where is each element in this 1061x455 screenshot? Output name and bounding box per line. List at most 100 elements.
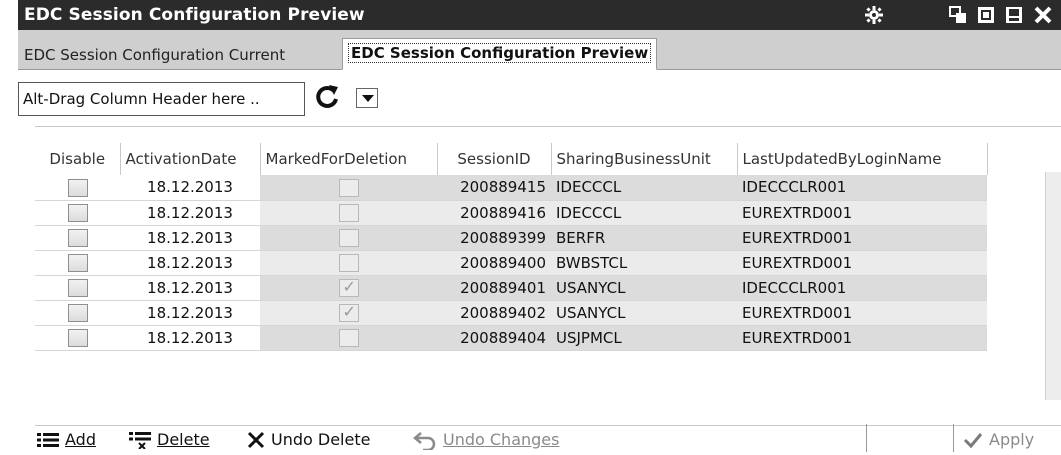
cell-disable[interactable] xyxy=(35,325,120,351)
disable-checkbox[interactable] xyxy=(67,178,88,197)
marked-for-deletion-checkbox xyxy=(338,302,359,322)
cell-marked-for-deletion xyxy=(260,225,437,251)
cell-last-updated-by: EUREXTRD001 xyxy=(737,300,987,326)
cell-last-updated-by: EUREXTRD001 xyxy=(737,250,987,276)
cell-activation-date[interactable]: 18.12.2013 xyxy=(120,175,260,201)
cell-session-id: 200889415 xyxy=(437,175,551,201)
disable-checkbox[interactable] xyxy=(67,228,88,247)
disable-checkbox[interactable] xyxy=(67,253,88,272)
restore-icon[interactable] xyxy=(949,6,967,24)
marked-for-deletion-checkbox xyxy=(338,253,359,272)
cell-last-updated-by: IDECCCLR001 xyxy=(737,175,987,201)
add-label: Add xyxy=(65,430,96,449)
cell-sharing-business-unit: IDECCCL xyxy=(551,175,737,201)
tab-config-preview[interactable]: EDC Session Configuration Preview xyxy=(342,38,658,70)
group-by-drop-area[interactable]: Alt-Drag Column Header here .. xyxy=(18,82,305,116)
vertical-scrollbar[interactable] xyxy=(1045,172,1061,400)
session-config-grid: Disable ActivationDate MarkedForDeletion… xyxy=(35,126,1061,426)
table-row[interactable]: 18.12.2013 200889401 USANYCL IDECCCLR001 xyxy=(35,275,987,301)
cell-session-id: 200889399 xyxy=(437,225,551,251)
window-title: EDC Session Configuration Preview xyxy=(24,5,365,25)
delete-button[interactable]: Delete xyxy=(129,424,210,455)
marked-for-deletion-checkbox xyxy=(338,228,359,247)
cell-session-id: 200889401 xyxy=(437,275,551,301)
cell-disable[interactable] xyxy=(35,200,120,226)
cell-marked-for-deletion xyxy=(260,275,437,301)
window-titlebar[interactable]: EDC Session Configuration Preview xyxy=(18,0,1061,30)
cell-disable[interactable] xyxy=(35,250,120,276)
add-button[interactable]: Add xyxy=(37,424,96,455)
cell-marked-for-deletion xyxy=(260,175,437,201)
marked-for-deletion-checkbox xyxy=(338,328,359,347)
bottom-toolbar: Add Delete Undo Delete Undo Changes Appl… xyxy=(35,424,1061,455)
cell-last-updated-by: EUREXTRD001 xyxy=(737,225,987,251)
column-header-disable[interactable]: Disable xyxy=(35,143,121,175)
refresh-icon[interactable] xyxy=(312,82,342,112)
minimize-icon[interactable] xyxy=(1005,6,1023,24)
cell-disable[interactable] xyxy=(35,175,120,201)
cell-activation-date[interactable]: 18.12.2013 xyxy=(120,250,260,276)
table-header-row: Disable ActivationDate MarkedForDeletion… xyxy=(35,143,988,175)
column-header-session-id[interactable]: SessionID xyxy=(437,143,552,175)
cell-marked-for-deletion xyxy=(260,325,437,351)
table-row[interactable]: 18.12.2013 200889415 IDECCCL IDECCCLR001 xyxy=(35,175,987,201)
tab-label: EDC Session Configuration Preview xyxy=(347,43,652,63)
disable-checkbox[interactable] xyxy=(67,303,88,322)
marked-for-deletion-checkbox xyxy=(338,277,359,297)
column-header-last-updated-by[interactable]: LastUpdatedByLoginName xyxy=(737,143,988,175)
table-row[interactable]: 18.12.2013 200889404 USJPMCL EUREXTRD001 xyxy=(35,325,987,351)
cell-sharing-business-unit: USJPMCL xyxy=(551,325,737,351)
marked-for-deletion-checkbox xyxy=(338,178,359,197)
close-icon[interactable] xyxy=(1034,6,1052,24)
tab-config-current[interactable]: EDC Session Configuration Current xyxy=(18,40,291,70)
undo-delete-button[interactable]: Undo Delete xyxy=(247,424,370,455)
undo-delete-label: Undo Delete xyxy=(271,430,371,449)
delete-label: Delete xyxy=(157,430,210,449)
column-header-sharing-business-unit[interactable]: SharingBusinessUnit xyxy=(551,143,738,175)
toolbar-separator xyxy=(953,424,954,452)
marked-for-deletion-checkbox xyxy=(338,203,359,222)
table-row[interactable]: 18.12.2013 200889400 BWBSTCL EUREXTRD001 xyxy=(35,250,987,276)
cell-sharing-business-unit: IDECCCL xyxy=(551,200,737,226)
cell-last-updated-by: EUREXTRD001 xyxy=(737,325,987,351)
cell-activation-date[interactable]: 18.12.2013 xyxy=(120,275,260,301)
table-row[interactable]: 18.12.2013 200889399 BERFR EUREXTRD001 xyxy=(35,225,987,251)
apply-label: Apply xyxy=(989,430,1035,449)
cell-marked-for-deletion xyxy=(260,300,437,326)
cell-sharing-business-unit: USANYCL xyxy=(551,300,737,326)
undo-arrow-icon xyxy=(413,431,436,450)
data-table: Disable ActivationDate MarkedForDeletion… xyxy=(35,143,988,351)
cell-activation-date[interactable]: 18.12.2013 xyxy=(120,325,260,351)
cell-disable[interactable] xyxy=(35,275,120,301)
disable-checkbox[interactable] xyxy=(67,328,88,347)
gear-icon[interactable] xyxy=(865,6,883,24)
delete-row-icon xyxy=(129,431,151,449)
undo-changes-button[interactable]: Undo Changes xyxy=(413,424,559,455)
cell-disable[interactable] xyxy=(35,300,120,326)
cell-sharing-business-unit: BWBSTCL xyxy=(551,250,737,276)
column-header-marked-for-deletion[interactable]: MarkedForDeletion xyxy=(260,143,438,175)
x-icon xyxy=(247,431,265,448)
cell-last-updated-by: EUREXTRD001 xyxy=(737,200,987,226)
cell-marked-for-deletion xyxy=(260,250,437,276)
cell-marked-for-deletion xyxy=(260,200,437,226)
cell-activation-date[interactable]: 18.12.2013 xyxy=(120,225,260,251)
cell-session-id: 200889416 xyxy=(437,200,551,226)
cell-disable[interactable] xyxy=(35,225,120,251)
table-row[interactable]: 18.12.2013 200889402 USANYCL EUREXTRD001 xyxy=(35,300,987,326)
cell-sharing-business-unit: USANYCL xyxy=(551,275,737,301)
table-row[interactable]: 18.12.2013 200889416 IDECCCL EUREXTRD001 xyxy=(35,200,987,226)
maximize-icon[interactable] xyxy=(977,6,995,24)
column-header-activation-date[interactable]: ActivationDate xyxy=(120,143,261,175)
cell-last-updated-by: IDECCCLR001 xyxy=(737,275,987,301)
cell-activation-date[interactable]: 18.12.2013 xyxy=(120,300,260,326)
disable-checkbox[interactable] xyxy=(67,278,88,297)
disable-checkbox[interactable] xyxy=(67,203,88,222)
undo-changes-label: Undo Changes xyxy=(443,430,560,449)
apply-button[interactable]: Apply xyxy=(963,424,1034,455)
cell-sharing-business-unit: BERFR xyxy=(551,225,737,251)
cell-session-id: 200889400 xyxy=(437,250,551,276)
dropdown-arrow-icon[interactable] xyxy=(356,88,378,108)
tab-bar: EDC Session Configuration Current EDC Se… xyxy=(18,30,1061,70)
cell-activation-date[interactable]: 18.12.2013 xyxy=(120,200,260,226)
